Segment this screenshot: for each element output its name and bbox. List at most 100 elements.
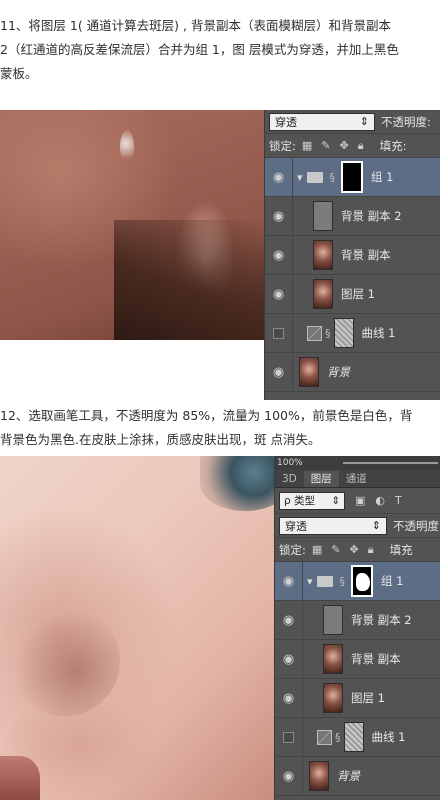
eye-icon[interactable]: ◉ bbox=[275, 601, 303, 639]
eye-icon[interactable]: ◉ bbox=[275, 757, 303, 795]
blend-mode-select[interactable]: 穿透 ⇕ bbox=[279, 516, 387, 535]
layer-1[interactable]: ◉ 图层 1 bbox=[275, 679, 440, 718]
layer-curves-1[interactable]: § 曲线 1 bbox=[265, 314, 440, 353]
layer-thumbnail bbox=[323, 605, 343, 635]
eye-icon[interactable]: ◉ bbox=[275, 562, 303, 600]
move-icon[interactable]: ✥ bbox=[350, 543, 359, 557]
layer-name: 背景 副本 bbox=[351, 652, 401, 666]
folder-icon bbox=[316, 575, 333, 587]
layer-name: 背景 副本 2 bbox=[341, 209, 402, 223]
blend-mode-select[interactable]: 穿透 ⇕ bbox=[269, 112, 375, 131]
layers-panel-1: 穿透 ⇕ 不透明度: 锁定: ▦ ✎ ✥ 🔒︎ 填充: ◉ ▾ § 组 1 ◉ … bbox=[264, 110, 440, 400]
layer-background-copy[interactable]: ◉ 背景 副本 bbox=[275, 640, 440, 679]
zoom-slider[interactable] bbox=[343, 462, 438, 464]
layer-name: 图层 1 bbox=[341, 287, 375, 301]
filter-kind-value: ρ 类型 bbox=[284, 495, 316, 507]
chain-icon[interactable]: § bbox=[335, 731, 341, 744]
layer-background[interactable]: ◉ 背景 bbox=[275, 757, 440, 796]
layer-curves-1[interactable]: § 曲线 1 bbox=[275, 718, 440, 757]
layer-background-copy-2[interactable]: ◉ 背景 副本 2 bbox=[275, 601, 440, 640]
chain-icon[interactable]: § bbox=[325, 327, 331, 340]
layer-background-copy-2[interactable]: ◉ 背景 副本 2 bbox=[265, 197, 440, 236]
layer-thumbnail bbox=[313, 240, 333, 270]
eye-icon[interactable]: ◉ bbox=[275, 679, 303, 717]
layer-name: 曲线 1 bbox=[371, 730, 406, 744]
filter-kind-select[interactable]: ρ 类型 ⇕ bbox=[279, 491, 345, 510]
layer-name: 图层 1 bbox=[351, 691, 385, 705]
chain-icon[interactable]: § bbox=[340, 575, 346, 588]
eye-area bbox=[200, 456, 274, 511]
layer-thumbnail bbox=[299, 357, 319, 387]
image-filter-icon[interactable]: ▣ bbox=[355, 494, 365, 507]
blend-mode-value: 穿透 bbox=[275, 115, 297, 129]
layer-thumbnail bbox=[313, 279, 333, 309]
checker-icon[interactable]: ▦ bbox=[312, 543, 322, 557]
layer-thumbnail bbox=[323, 644, 343, 674]
checker-icon[interactable]: ▦ bbox=[302, 139, 312, 153]
layer-background-copy[interactable]: ◉ 背景 副本 bbox=[265, 236, 440, 275]
step-12-instructions: 12、选取画笔工具，不透明度为 85%，流量为 100%，前景色是白色，背 背景… bbox=[0, 404, 440, 452]
tab-3d[interactable]: 3D bbox=[275, 471, 304, 487]
lock-label: 锁定: bbox=[269, 138, 296, 153]
eye-icon[interactable]: ◉ bbox=[265, 197, 293, 235]
move-icon[interactable]: ✥ bbox=[340, 139, 349, 153]
brush-icon[interactable]: ✎ bbox=[321, 139, 330, 153]
eye-icon[interactable]: ◉ bbox=[265, 353, 293, 391]
layer-group-1[interactable]: ◉ ▾ § 组 1 bbox=[275, 562, 440, 601]
lock-row: 锁定: ▦ ✎ ✥ 🔒︎ 填充: bbox=[265, 134, 440, 158]
visibility-checkbox[interactable] bbox=[265, 314, 293, 352]
group-toggle[interactable]: ▾ § bbox=[307, 575, 345, 588]
layer-name: 组 1 bbox=[371, 170, 394, 184]
step-11-line-3: 蒙板。 bbox=[0, 66, 38, 81]
step-12-line-2: 背景色为黑色.在皮肤上涂抹，质感皮肤出现，斑 点消失。 bbox=[0, 432, 321, 447]
step-11-instructions: 11、将图层 1( 通道计算去斑层) , 背景副本（表面模糊层）和背景副本 2（… bbox=[0, 14, 440, 86]
opacity-label: 不透明度 bbox=[393, 518, 439, 533]
layer-mask-thumbnail[interactable] bbox=[341, 161, 364, 193]
adjustment-filter-icon[interactable]: ◐ bbox=[375, 494, 385, 507]
folder-icon bbox=[306, 171, 323, 183]
blend-row: 穿透 ⇕ 不透明度: bbox=[265, 110, 440, 134]
nose-shadow bbox=[10, 606, 120, 716]
eye-icon[interactable]: ◉ bbox=[265, 275, 293, 313]
fill-label: 填充: bbox=[379, 138, 407, 153]
type-filter-icon[interactable]: T bbox=[395, 494, 402, 507]
layer-thumbnail bbox=[309, 761, 329, 791]
eye-icon[interactable]: ◉ bbox=[265, 158, 293, 196]
water-drop bbox=[120, 130, 134, 164]
step-11-line-1: 11、将图层 1( 通道计算去斑层) , 背景副本（表面模糊层）和背景副本 bbox=[0, 18, 391, 33]
lock-icon[interactable]: 🔒︎ bbox=[368, 543, 374, 557]
group-toggle[interactable]: ▾ § bbox=[297, 171, 335, 184]
filter-row: ρ 类型 ⇕ ▣ ◐ T bbox=[275, 488, 440, 514]
layer-name: 曲线 1 bbox=[361, 326, 396, 340]
select-arrows-icon: ⇕ bbox=[331, 494, 340, 507]
eye-icon[interactable]: ◉ bbox=[275, 640, 303, 678]
triangle-down-icon: ▾ bbox=[307, 574, 313, 588]
skin-closeup-photo-2 bbox=[0, 456, 274, 800]
layer-thumbnail bbox=[313, 201, 333, 231]
chain-icon[interactable]: § bbox=[330, 171, 336, 184]
brush-icon[interactable]: ✎ bbox=[331, 543, 340, 557]
eye-icon[interactable]: ◉ bbox=[265, 236, 293, 274]
step-11-line-2: 2（红通道的高反差保流层）合并为组 1，图 层模式为穿透，并加上黑色 bbox=[0, 42, 399, 57]
tab-channels[interactable]: 通道 bbox=[339, 471, 374, 487]
layer-mask-thumbnail[interactable] bbox=[351, 565, 374, 597]
lock-label: 锁定: bbox=[279, 542, 306, 557]
step-12-line-1: 12、选取画笔工具，不透明度为 85%，流量为 100%，前景色是白色，背 bbox=[0, 408, 413, 423]
select-arrows-icon: ⇕ bbox=[371, 519, 381, 532]
fill-label: 填充 bbox=[389, 542, 413, 557]
tab-layers[interactable]: 图层 bbox=[303, 471, 339, 487]
visibility-checkbox[interactable] bbox=[275, 718, 303, 756]
blend-mode-value: 穿透 bbox=[285, 519, 307, 533]
layer-1[interactable]: ◉ 图层 1 bbox=[265, 275, 440, 314]
layer-name: 背景 副本 bbox=[341, 248, 391, 262]
curves-icon bbox=[307, 325, 322, 341]
layer-name: 背景 bbox=[327, 365, 350, 379]
lip-area bbox=[0, 756, 40, 800]
curves-icon bbox=[317, 729, 332, 745]
select-arrows-icon: ⇕ bbox=[359, 115, 369, 128]
layer-name: 组 1 bbox=[381, 574, 404, 588]
layer-group-1[interactable]: ◉ ▾ § 组 1 bbox=[265, 158, 440, 197]
layer-background[interactable]: ◉ 背景 bbox=[265, 353, 440, 392]
lock-icon[interactable]: 🔒︎ bbox=[358, 139, 364, 153]
layer-mask-thumbnail bbox=[343, 722, 364, 752]
